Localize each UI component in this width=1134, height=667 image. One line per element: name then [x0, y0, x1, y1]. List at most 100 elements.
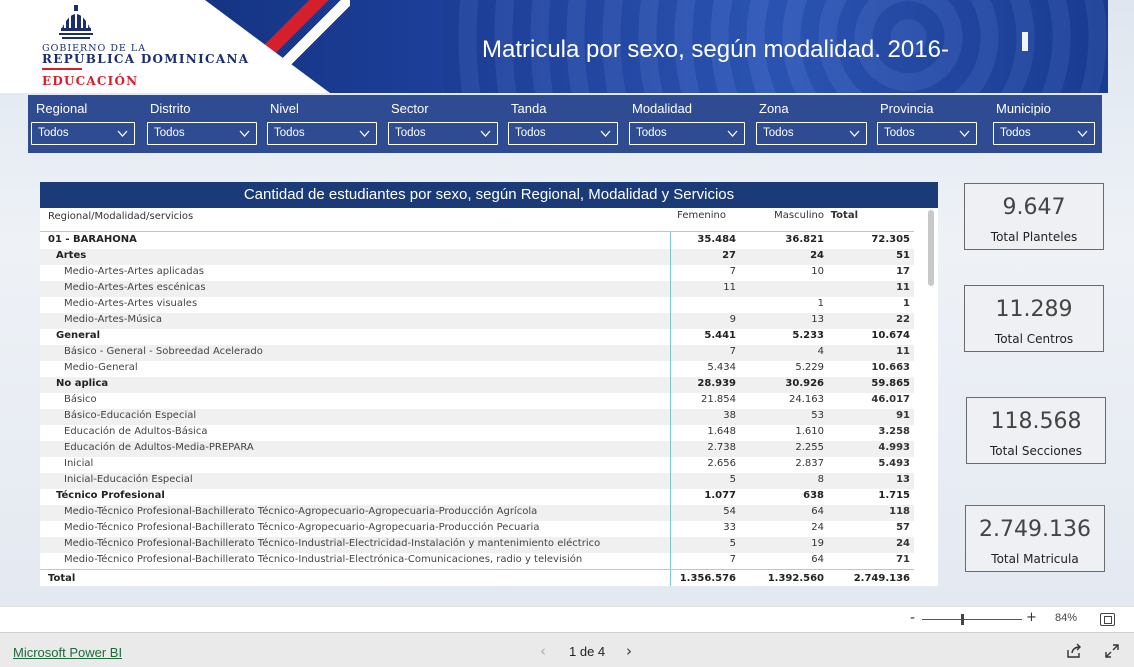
filter-label: Nivel [270, 101, 299, 116]
column-header-total[interactable]: Total [831, 210, 858, 221]
zoom-slider-thumb[interactable] [961, 614, 964, 625]
chevron-down-icon [600, 130, 611, 137]
row-female: 5.434 [707, 362, 736, 373]
filter-label: Provincia [880, 101, 934, 116]
filter-value: Todos [515, 127, 546, 139]
row-label: Medio-Técnico Profesional-Bachillerato T… [64, 522, 540, 533]
row-male: 24 [810, 250, 824, 261]
table-row[interactable]: Técnico Profesional 1.077 638 1.715 [40, 489, 914, 505]
table-row[interactable]: Medio-Técnico Profesional-Bachillerato T… [40, 521, 914, 537]
filter-label: Sector [391, 101, 429, 116]
table-row[interactable]: Medio-Técnico Profesional-Bachillerato T… [40, 505, 914, 521]
kpi-card-matricula: 2.749.136 Total Matricula [965, 505, 1105, 572]
row-male: 8 [817, 474, 824, 485]
next-page-chevron-right-icon[interactable]: › [626, 642, 632, 660]
filter-value: Todos [274, 127, 305, 139]
row-female: 27 [722, 250, 736, 261]
table-row[interactable]: Educación de Adultos-Básica 1.648 1.610 3.2… [40, 425, 914, 441]
row-female: 21.854 [701, 394, 736, 405]
fit-to-page-icon[interactable] [1100, 613, 1115, 626]
logo-text-educacion: EDUCACIÓN [42, 74, 139, 88]
filter-dropdown-sector[interactable]: Todos [388, 122, 498, 145]
table-scrollbar[interactable] [928, 210, 934, 286]
table-header: Regional/Modalidad/servicios Femenino Ma… [40, 208, 914, 232]
table-row[interactable]: Medio-Artes-Artes visuales 1 1 [40, 297, 914, 313]
filter-dropdown-zona[interactable]: Todos [756, 122, 867, 145]
table-row[interactable]: Inicial-Educación Especial 5 8 13 [40, 473, 914, 489]
row-total: 51 [896, 250, 910, 261]
row-total: 72.305 [871, 234, 910, 245]
power-bi-link[interactable]: Microsoft Power BI [13, 645, 122, 660]
table-row[interactable]: Medio-General 5.434 5.229 10.663 [40, 361, 914, 377]
row-label: Medio-Artes-Artes visuales [64, 298, 198, 309]
kpi-card-secciones: 118.568 Total Secciones [966, 397, 1106, 464]
row-label: Básico [64, 394, 97, 405]
row-total: 5.493 [878, 458, 910, 469]
table-row[interactable]: Medio-Técnico Profesional-Bachillerato T… [40, 537, 914, 553]
row-male: 5.229 [795, 362, 824, 373]
share-icon[interactable] [1066, 643, 1082, 659]
table-row[interactable]: 01 - BARAHONA 35.484 36.821 72.305 [40, 233, 914, 249]
row-female: 5 [729, 538, 736, 549]
column-header-label[interactable]: Regional/Modalidad/servicios [48, 211, 193, 222]
filter-value: Todos [884, 127, 915, 139]
filter-dropdown-nivel[interactable]: Todos [267, 122, 377, 145]
row-total: 71 [896, 554, 910, 565]
table-title: Cantidad de estudiantes por sexo, según … [40, 182, 938, 208]
table-row[interactable]: Artes 27 24 51 [40, 249, 914, 265]
table-row[interactable]: Básico-Educación Especial 38 53 91 [40, 409, 914, 425]
logo-text-republica: REPÚBLICA DOMINICANA [42, 52, 250, 66]
kpi-card-planteles: 9.647 Total Planteles [964, 183, 1104, 250]
filter-dropdown-municipio[interactable]: Todos [993, 122, 1095, 145]
row-label: Inicial-Educación Especial [64, 474, 193, 485]
table-row[interactable]: Medio-Técnico Profesional-Bachillerato T… [40, 553, 914, 569]
row-male: 24 [811, 522, 824, 533]
table-row[interactable]: Básico - General - Sobreedad Acelerado 7 4… [40, 345, 914, 361]
filter-dropdown-tanda[interactable]: Todos [508, 122, 618, 145]
column-header-male[interactable]: Masculino [774, 210, 824, 221]
row-male: 2.255 [795, 442, 824, 453]
table-row[interactable]: Medio-Artes-Artes escénicas 11 11 [40, 281, 914, 297]
filter-dropdown-distrito[interactable]: Todos [147, 122, 257, 145]
column-header-female[interactable]: Femenino [677, 210, 726, 221]
row-female: 35.484 [697, 234, 736, 245]
table-row[interactable]: Educación de Adultos-Media-PREPARA 2.738 2… [40, 441, 914, 457]
row-female: 54 [723, 506, 736, 517]
row-male: 13 [811, 314, 824, 325]
total-male: 1.392.560 [767, 573, 824, 584]
filter-value: Todos [1000, 127, 1031, 139]
table-row[interactable]: Inicial 2.656 2.837 5.493 [40, 457, 914, 473]
row-female: 28.939 [697, 378, 736, 389]
table-row[interactable]: No aplica 28.939 30.926 59.865 [40, 377, 914, 393]
kpi-value: 2.749.136 [979, 517, 1091, 542]
filter-dropdown-modalidad[interactable]: Todos [629, 122, 745, 145]
row-male: 2.837 [795, 458, 824, 469]
table-row[interactable]: Medio-Artes-Artes aplicadas 7 10 17 [40, 265, 914, 281]
zoom-slider-track[interactable] [922, 619, 1022, 620]
kpi-value: 118.568 [990, 409, 1082, 434]
row-female: 2.656 [707, 458, 736, 469]
cursor-marker [1022, 32, 1028, 51]
footer-bar: Microsoft Power BI ‹ 1 de 4 › [0, 632, 1134, 667]
row-label: Básico-Educación Especial [64, 410, 197, 421]
filter-bar: Regional Todos Distrito Todos Nivel Todo… [28, 95, 1102, 153]
column-divider [670, 232, 671, 586]
filter-label: Distrito [150, 101, 191, 116]
zoom-out-button[interactable]: - [910, 610, 915, 626]
table-row[interactable]: General 5.441 5.233 10.674 [40, 329, 914, 345]
row-total: 10.663 [871, 362, 910, 373]
table-row[interactable]: Medio-Artes-Música 9 13 22 [40, 313, 914, 329]
row-total: 46.017 [871, 394, 910, 405]
zoom-in-button[interactable]: + [1026, 610, 1037, 625]
filter-zona: Zona Todos [753, 95, 873, 153]
fullscreen-icon[interactable] [1104, 643, 1120, 659]
prev-page-chevron-left-icon[interactable]: ‹ [540, 642, 546, 660]
kpi-label: Total Centros [994, 332, 1074, 346]
filter-dropdown-regional[interactable]: Todos [31, 122, 135, 145]
row-male: 30.926 [785, 378, 824, 389]
kpi-card-centros: 11.289 Total Centros [964, 285, 1104, 352]
row-total: 11 [896, 346, 910, 357]
row-label: General [56, 330, 100, 341]
filter-dropdown-provincia[interactable]: Todos [877, 122, 977, 145]
table-row[interactable]: Básico 21.854 24.163 46.017 [40, 393, 914, 409]
